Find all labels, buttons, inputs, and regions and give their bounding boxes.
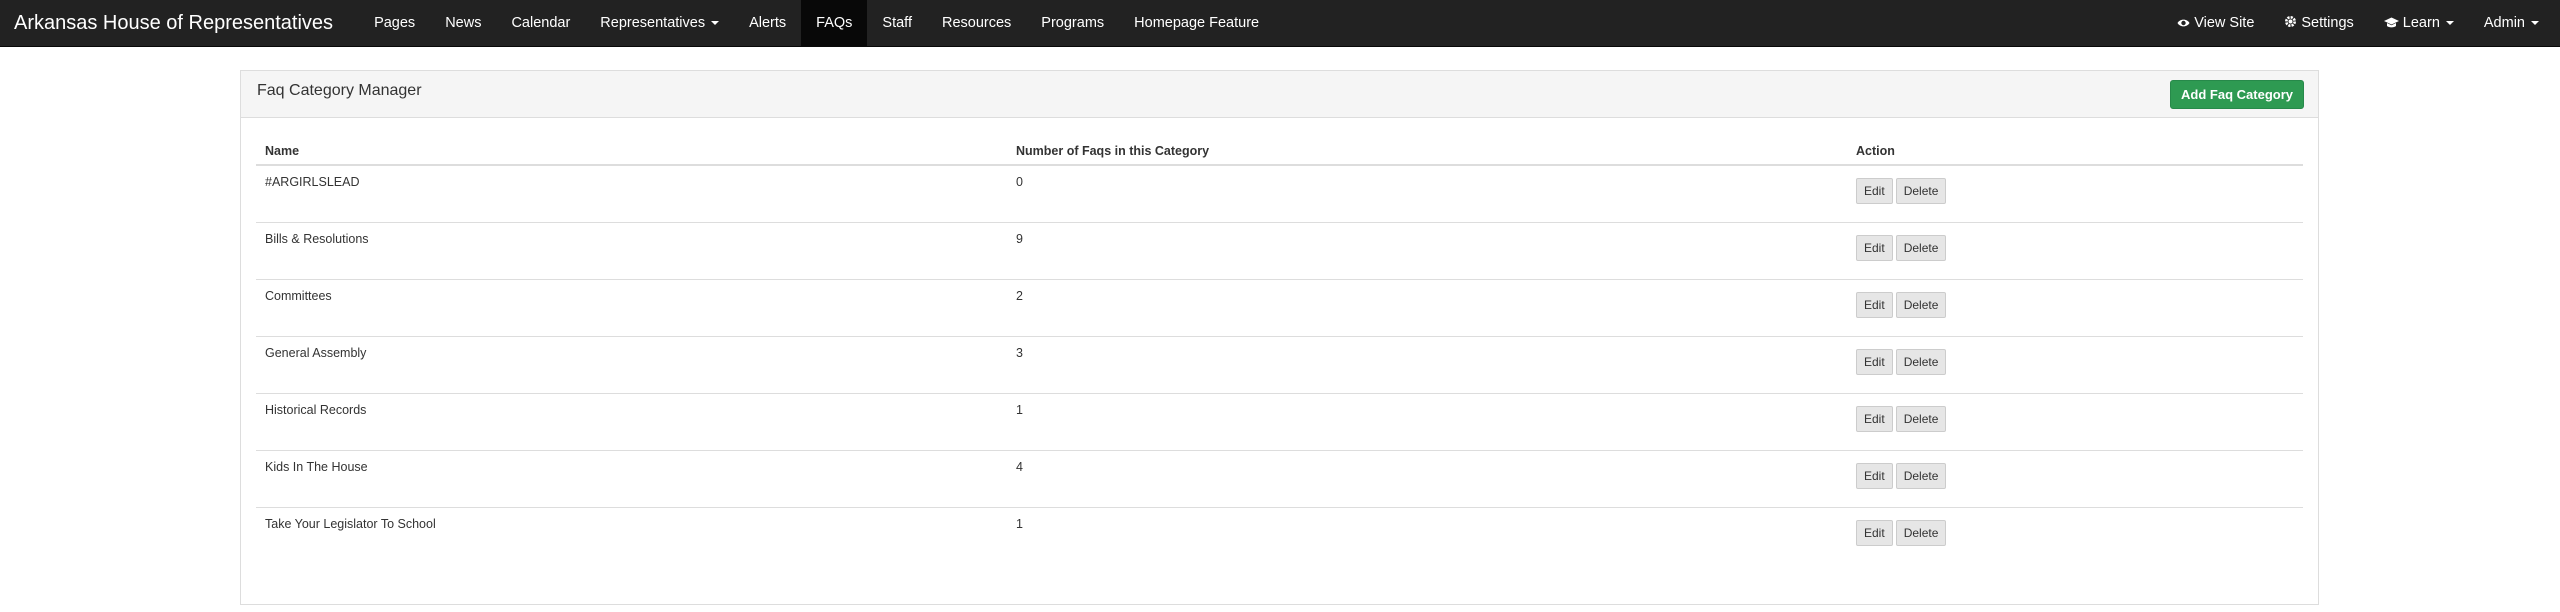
category-name: Take Your Legislator To School [265,516,436,531]
row-actions: Edit Delete [1847,279,2303,337]
add-faq-category-button[interactable]: Add Faq Category [2170,79,2304,109]
settings-link[interactable]: Settings [2269,0,2368,46]
category-name: General Assembly [256,336,1007,394]
category-count: 4 [1007,450,1847,508]
table-row: General Assembly 3 Edit Delete [256,336,2303,394]
chevron-down-icon [2531,21,2539,25]
edit-button[interactable]: Edit [1856,405,1893,432]
top-navbar: Arkansas House of Representatives Pages … [0,0,2560,47]
delete-button[interactable]: Delete [1895,348,1947,375]
row-actions: Edit Delete [1847,393,2303,451]
table-row: Bills & Resolutions 9 Edit Delete [256,222,2303,280]
gear-icon [2284,15,2297,31]
category-name: Committees [256,279,1007,337]
nav-programs[interactable]: Programs [1026,0,1119,46]
table-row: #ARGIRLSLEAD 0 Edit Delete [256,165,2303,223]
edit-button[interactable]: Edit [1856,178,1893,204]
category-count: 1 [1007,393,1847,451]
category-count: 2 [1007,279,1847,337]
nav-representatives-dropdown[interactable]: Representatives [585,0,734,46]
edit-button[interactable]: Edit [1856,234,1893,261]
faq-category-table: Name Number of Faqs in this Category Act… [256,138,2303,564]
row-actions: Edit Delete [1847,165,2303,223]
nav-left: Pages News Calendar Representatives Aler… [359,0,1274,46]
category-name: Kids In The House [256,450,1007,508]
chevron-down-icon [2445,21,2454,25]
delete-button[interactable]: Delete [1895,291,1947,318]
row-actions: Edit Delete [1847,222,2303,280]
edit-button[interactable]: Edit [1856,519,1893,546]
column-header-name: Name [256,138,1007,166]
view-site-label: View Site [2194,15,2255,31]
view-site-link[interactable]: View Site [2162,0,2269,46]
row-actions: Edit Delete [1847,450,2303,508]
row-actions: Edit Delete [1847,507,2303,564]
column-header-count: Number of Faqs in this Category [1007,138,1847,166]
category-name: Bills & Resolutions [256,222,1007,280]
learn-dropdown[interactable]: Learn [2369,0,2469,46]
delete-button[interactable]: Delete [1895,234,1947,261]
nav-homepage-feature[interactable]: Homepage Feature [1119,0,1274,46]
delete-button[interactable]: Delete [1895,178,1947,204]
category-count: 1 [1016,516,1023,531]
graduation-cap-icon [2383,16,2399,31]
site-brand[interactable]: Arkansas House of Representatives [0,0,347,46]
delete-button[interactable]: Delete [1895,405,1947,432]
row-actions: Edit Delete [1847,336,2303,394]
nav-right: View Site Settings Learn Admin [2162,0,2554,46]
nav-alerts[interactable]: Alerts [734,0,801,46]
category-count: 0 [1007,165,1847,223]
table-row: Historical Records 1 Edit Delete [256,393,2303,451]
category-count: 3 [1007,336,1847,394]
faq-category-panel: Faq Category Manager Add Faq Category Na… [240,70,2319,605]
edit-button[interactable]: Edit [1856,291,1893,318]
category-name: Historical Records [256,393,1007,451]
edit-button[interactable]: Edit [1856,348,1893,375]
nav-calendar[interactable]: Calendar [496,0,585,46]
delete-button[interactable]: Delete [1895,462,1947,489]
table-row: Committees 2 Edit Delete [256,279,2303,337]
delete-button[interactable]: Delete [1895,519,1947,546]
column-header-action: Action [1847,138,2303,166]
panel-heading: Faq Category Manager Add Faq Category [241,71,2318,118]
admin-dropdown[interactable]: Admin [2469,0,2554,46]
nav-news[interactable]: News [430,0,496,46]
edit-button[interactable]: Edit [1856,462,1893,489]
table-row: Take Your Legislator To School 1 Edit De… [256,507,2303,564]
nav-resources[interactable]: Resources [927,0,1026,46]
page-title: Faq Category Manager [257,82,422,99]
category-name: #ARGIRLSLEAD [256,165,1007,223]
table-row: Kids In The House 4 Edit Delete [256,450,2303,508]
admin-label: Admin [2483,15,2525,31]
nav-staff[interactable]: Staff [867,0,927,46]
settings-label: Settings [2301,15,2354,31]
table-header-row: Name Number of Faqs in this Category Act… [256,138,2303,166]
learn-label: Learn [2402,15,2440,31]
chevron-down-icon [711,21,720,25]
category-count: 9 [1007,222,1847,280]
nav-pages[interactable]: Pages [359,0,430,46]
nav-representatives-label: Representatives [600,15,706,31]
eye-icon [2177,16,2190,31]
nav-faqs[interactable]: FAQs [801,0,868,46]
